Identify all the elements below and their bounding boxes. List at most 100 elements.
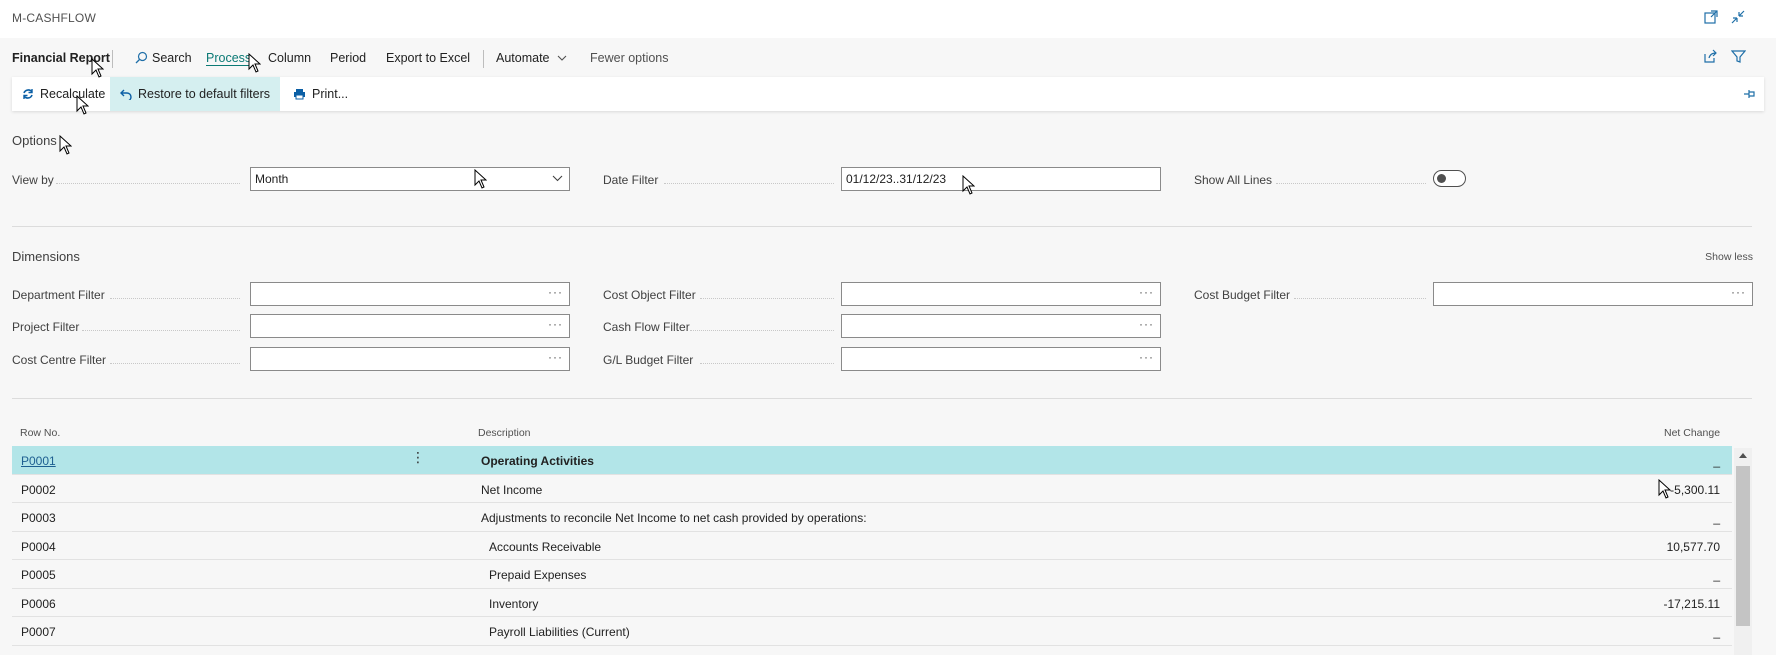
department-filter-input[interactable]: ···	[250, 282, 570, 306]
process-tab[interactable]: Process	[206, 51, 251, 65]
leader-dots	[1294, 298, 1426, 299]
lookup-ellipsis-icon[interactable]: ···	[1731, 285, 1746, 299]
lookup-ellipsis-icon[interactable]: ···	[548, 317, 563, 331]
net-change-cell[interactable]: _	[1713, 568, 1720, 582]
mouse-cursor-icon	[248, 53, 261, 73]
section-divider	[12, 226, 1752, 227]
title-bar: M-CASHFLOW	[0, 0, 1776, 38]
pin-icon[interactable]	[1743, 88, 1756, 103]
cost-budget-filter-label: Cost Budget Filter	[1194, 288, 1291, 302]
toggle-knob	[1437, 174, 1446, 183]
options-section-title: Options	[12, 133, 57, 148]
mouse-cursor-icon	[76, 95, 89, 115]
description-cell: Payroll Liabilities (Current)	[489, 625, 630, 639]
recalculate-button[interactable]: Recalculate	[12, 77, 115, 111]
period-tab[interactable]: Period	[330, 51, 366, 65]
leader-dots	[700, 363, 834, 364]
department-filter-label: Department Filter	[12, 288, 105, 302]
open-in-new-window-icon[interactable]	[1703, 9, 1719, 25]
table-row[interactable]: P0001 ⋮ Operating Activities _	[12, 446, 1732, 475]
gl-budget-filter-input[interactable]: ···	[841, 347, 1161, 371]
column-tab[interactable]: Column	[268, 51, 311, 65]
scrollbar-thumb[interactable]	[1736, 466, 1750, 626]
view-by-select[interactable]: Month	[250, 167, 570, 191]
restore-label: Restore to default filters	[138, 87, 271, 101]
project-filter-input[interactable]: ···	[250, 314, 570, 338]
row-no-cell[interactable]: P0004	[21, 540, 56, 554]
restore-default-filters-button[interactable]: Restore to default filters	[110, 77, 281, 111]
lookup-ellipsis-icon[interactable]: ···	[1139, 285, 1154, 299]
share-icon[interactable]	[1703, 49, 1718, 67]
row-actions-icon[interactable]: ⋮	[411, 450, 425, 464]
net-change-cell[interactable]: -17,215.11	[1664, 597, 1721, 611]
lookup-ellipsis-icon[interactable]: ···	[548, 350, 563, 364]
gl-budget-filter-label: G/L Budget Filter	[603, 353, 694, 367]
cost-centre-filter-input[interactable]: ···	[250, 347, 570, 371]
cash-flow-filter-label: Cash Flow Filter	[603, 320, 690, 334]
show-less-link[interactable]: Show less	[1705, 251, 1753, 263]
cost-centre-filter-label: Cost Centre Filter	[12, 353, 107, 367]
search-label: Search	[152, 51, 192, 65]
view-by-label: View by	[12, 173, 54, 187]
chevron-down-icon	[557, 55, 567, 61]
automate-menu[interactable]: Automate	[496, 51, 567, 65]
net-change-cell[interactable]: 10,577.70	[1667, 540, 1720, 554]
leader-dots	[110, 363, 240, 364]
net-change-cell[interactable]: -5,300.11	[1670, 483, 1720, 497]
lookup-ellipsis-icon[interactable]: ···	[1139, 317, 1154, 331]
collapse-icon[interactable]	[1730, 9, 1746, 25]
net-change-cell[interactable]: _	[1713, 625, 1720, 639]
project-filter-label: Project Filter	[12, 320, 80, 334]
action-separator	[483, 50, 484, 68]
refresh-icon	[23, 89, 33, 99]
table-row[interactable]: P0003 Adjustments to reconcile Net Incom…	[12, 503, 1732, 532]
cost-object-filter-input[interactable]: ···	[841, 282, 1161, 306]
fewer-options-button[interactable]: Fewer options	[590, 51, 669, 65]
search-icon	[135, 51, 148, 64]
print-label: Print...	[312, 87, 349, 101]
show-all-lines-toggle[interactable]	[1433, 170, 1466, 187]
row-no-cell[interactable]: P0002	[21, 483, 56, 497]
mouse-cursor-icon	[1658, 479, 1671, 499]
column-header-row-no[interactable]: Row No.	[20, 427, 60, 439]
row-no-cell[interactable]: P0007	[21, 625, 56, 639]
leader-dots	[110, 298, 240, 299]
table-row[interactable]: P0002 Net Income -5,300.11	[12, 475, 1732, 503]
table-row[interactable]: P0004 Accounts Receivable 10,577.70	[12, 532, 1732, 560]
cost-budget-filter-input[interactable]: ···	[1433, 282, 1753, 306]
cost-object-filter-label: Cost Object Filter	[603, 288, 696, 302]
column-header-description[interactable]: Description	[478, 427, 531, 439]
mouse-cursor-icon	[91, 58, 104, 78]
table-row[interactable]: P0005 Prepaid Expenses _	[12, 560, 1732, 589]
filter-icon[interactable]	[1730, 49, 1747, 67]
table-row[interactable]: P0007 Payroll Liabilities (Current) _	[12, 617, 1732, 646]
undo-icon	[120, 89, 132, 100]
net-change-cell[interactable]: _	[1713, 511, 1720, 525]
view-by-value: Month	[255, 172, 289, 186]
lookup-ellipsis-icon[interactable]: ···	[1139, 350, 1154, 364]
row-no-cell[interactable]: P0001	[21, 454, 56, 468]
mouse-cursor-icon	[474, 169, 487, 189]
row-no-cell[interactable]: P0003	[21, 511, 56, 525]
export-to-excel-button[interactable]: Export to Excel	[386, 51, 470, 65]
scroll-up-icon[interactable]	[1738, 451, 1748, 459]
description-cell: Accounts Receivable	[489, 539, 602, 554]
financial-report-grid: P0001 ⋮ Operating Activities _ P0002 Net…	[12, 446, 1732, 646]
row-no-cell[interactable]: P0005	[21, 568, 56, 582]
search-button[interactable]: Search	[135, 51, 192, 65]
leader-dots	[82, 330, 240, 331]
leader-dots	[56, 183, 240, 184]
lookup-ellipsis-icon[interactable]: ···	[548, 285, 563, 299]
leader-dots	[690, 330, 834, 331]
printer-icon	[294, 89, 305, 100]
grid-scrollbar[interactable]	[1734, 448, 1752, 655]
print-button[interactable]: Print...	[283, 77, 358, 111]
column-header-net-change[interactable]: Net Change	[1664, 427, 1720, 439]
net-change-cell[interactable]: _	[1713, 454, 1720, 468]
date-filter-input[interactable]: 01/12/23..31/12/23	[841, 167, 1161, 191]
mouse-cursor-icon	[962, 175, 975, 195]
cash-flow-filter-input[interactable]: ···	[841, 314, 1161, 338]
row-no-cell[interactable]: P0006	[21, 597, 56, 611]
table-row[interactable]: P0006 Inventory -17,215.11	[12, 589, 1732, 617]
description-cell: Adjustments to reconcile Net Income to n…	[481, 511, 867, 525]
